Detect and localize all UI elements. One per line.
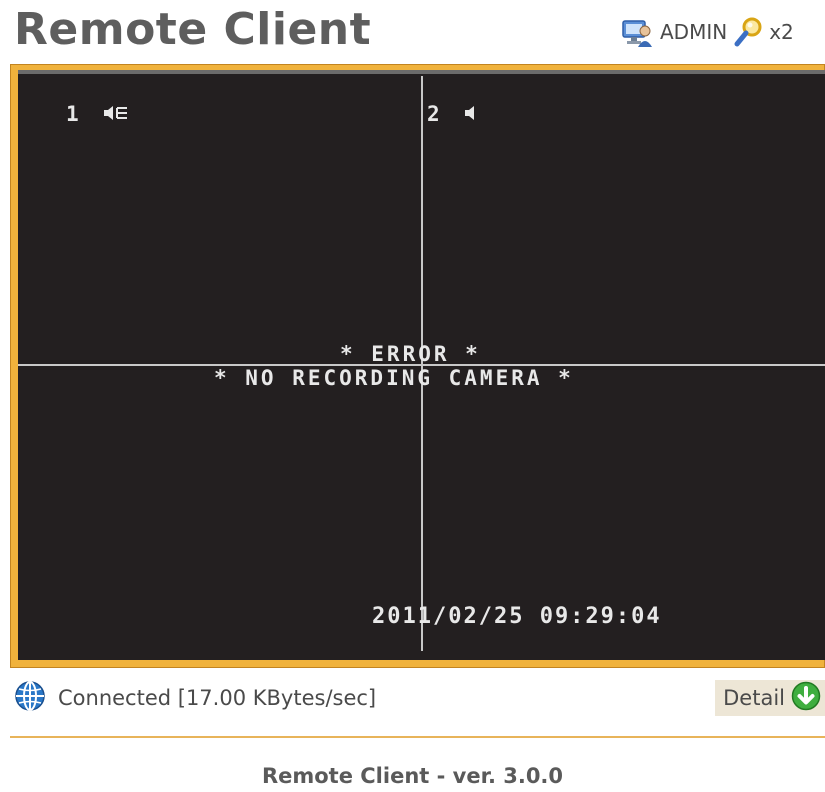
channel-2-number: 2 xyxy=(427,102,440,126)
speaker-off-icon xyxy=(464,103,476,127)
connection-status: Connected [17.00 KBytes/sec] xyxy=(58,686,377,710)
status-bar: Connected [17.00 KBytes/sec] Detail xyxy=(14,676,825,720)
globe-icon xyxy=(14,680,46,716)
speaker-on-icon xyxy=(103,103,129,127)
magnifier-icon[interactable] xyxy=(733,16,763,48)
channel-1-label: 1 xyxy=(66,102,129,127)
divider xyxy=(10,736,825,738)
down-arrow-icon xyxy=(791,681,821,715)
error-message: * NO RECORDING CAMERA * xyxy=(214,366,574,390)
channel-1-number: 1 xyxy=(66,102,79,126)
zoom-level[interactable]: x2 xyxy=(769,20,794,44)
timestamp: 2011/02/25 09:29:04 xyxy=(372,604,662,629)
video-frame: 1 2 * ERROR * * NO RECORDING CAMERA * 20… xyxy=(10,64,825,668)
video-screen[interactable]: 1 2 * ERROR * * NO RECORDING CAMERA * 20… xyxy=(18,74,825,660)
channel-2-label: 2 xyxy=(427,102,476,127)
user-monitor-icon[interactable] xyxy=(620,15,654,49)
version-footer: Remote Client - ver. 3.0.0 xyxy=(261,764,564,788)
app-title: Remote Client xyxy=(14,4,372,55)
error-title: * ERROR * xyxy=(340,342,481,366)
user-area: ADMIN x2 xyxy=(620,12,825,52)
detail-label: Detail xyxy=(723,686,785,710)
user-name: ADMIN xyxy=(660,20,728,44)
detail-button[interactable]: Detail xyxy=(715,680,825,716)
